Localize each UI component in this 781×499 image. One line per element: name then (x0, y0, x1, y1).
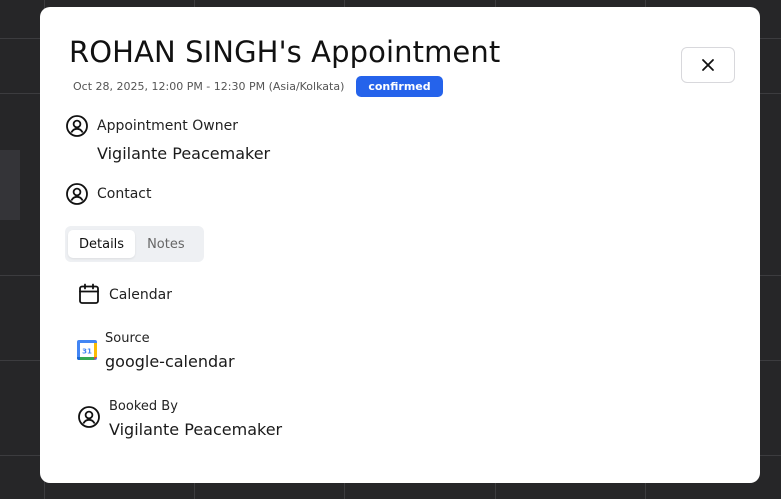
source-value: google-calendar (105, 352, 235, 371)
detail-tabs: Details Notes (65, 226, 204, 262)
booked-by-label: Booked By (109, 399, 178, 414)
calendar-label: Calendar (109, 287, 172, 303)
user-circle-icon (65, 114, 89, 138)
google-calendar-icon: 31 (76, 339, 98, 361)
owner-label: Appointment Owner (97, 118, 238, 134)
close-button[interactable] (681, 47, 735, 83)
tab-notes[interactable]: Notes (136, 230, 196, 258)
tab-details[interactable]: Details (68, 230, 136, 258)
status-badge: confirmed (356, 76, 443, 97)
source-label: Source (105, 331, 150, 346)
user-circle-icon (77, 405, 101, 429)
owner-value: Vigilante Peacemaker (97, 144, 271, 163)
modal-title: ROHAN SINGH's Appointment (69, 35, 501, 69)
svg-text:31: 31 (82, 348, 92, 356)
close-icon (702, 59, 714, 71)
contact-label: Contact (97, 186, 152, 202)
calendar-icon (77, 282, 101, 306)
appointment-subline: Oct 28, 2025, 12:00 PM - 12:30 PM (Asia/… (73, 76, 443, 97)
appointment-modal: ROHAN SINGH's Appointment Oct 28, 2025, … (40, 7, 760, 483)
booked-by-value: Vigilante Peacemaker (109, 420, 283, 439)
user-circle-icon (65, 182, 89, 206)
appointment-datetime: Oct 28, 2025, 12:00 PM - 12:30 PM (Asia/… (73, 80, 345, 93)
